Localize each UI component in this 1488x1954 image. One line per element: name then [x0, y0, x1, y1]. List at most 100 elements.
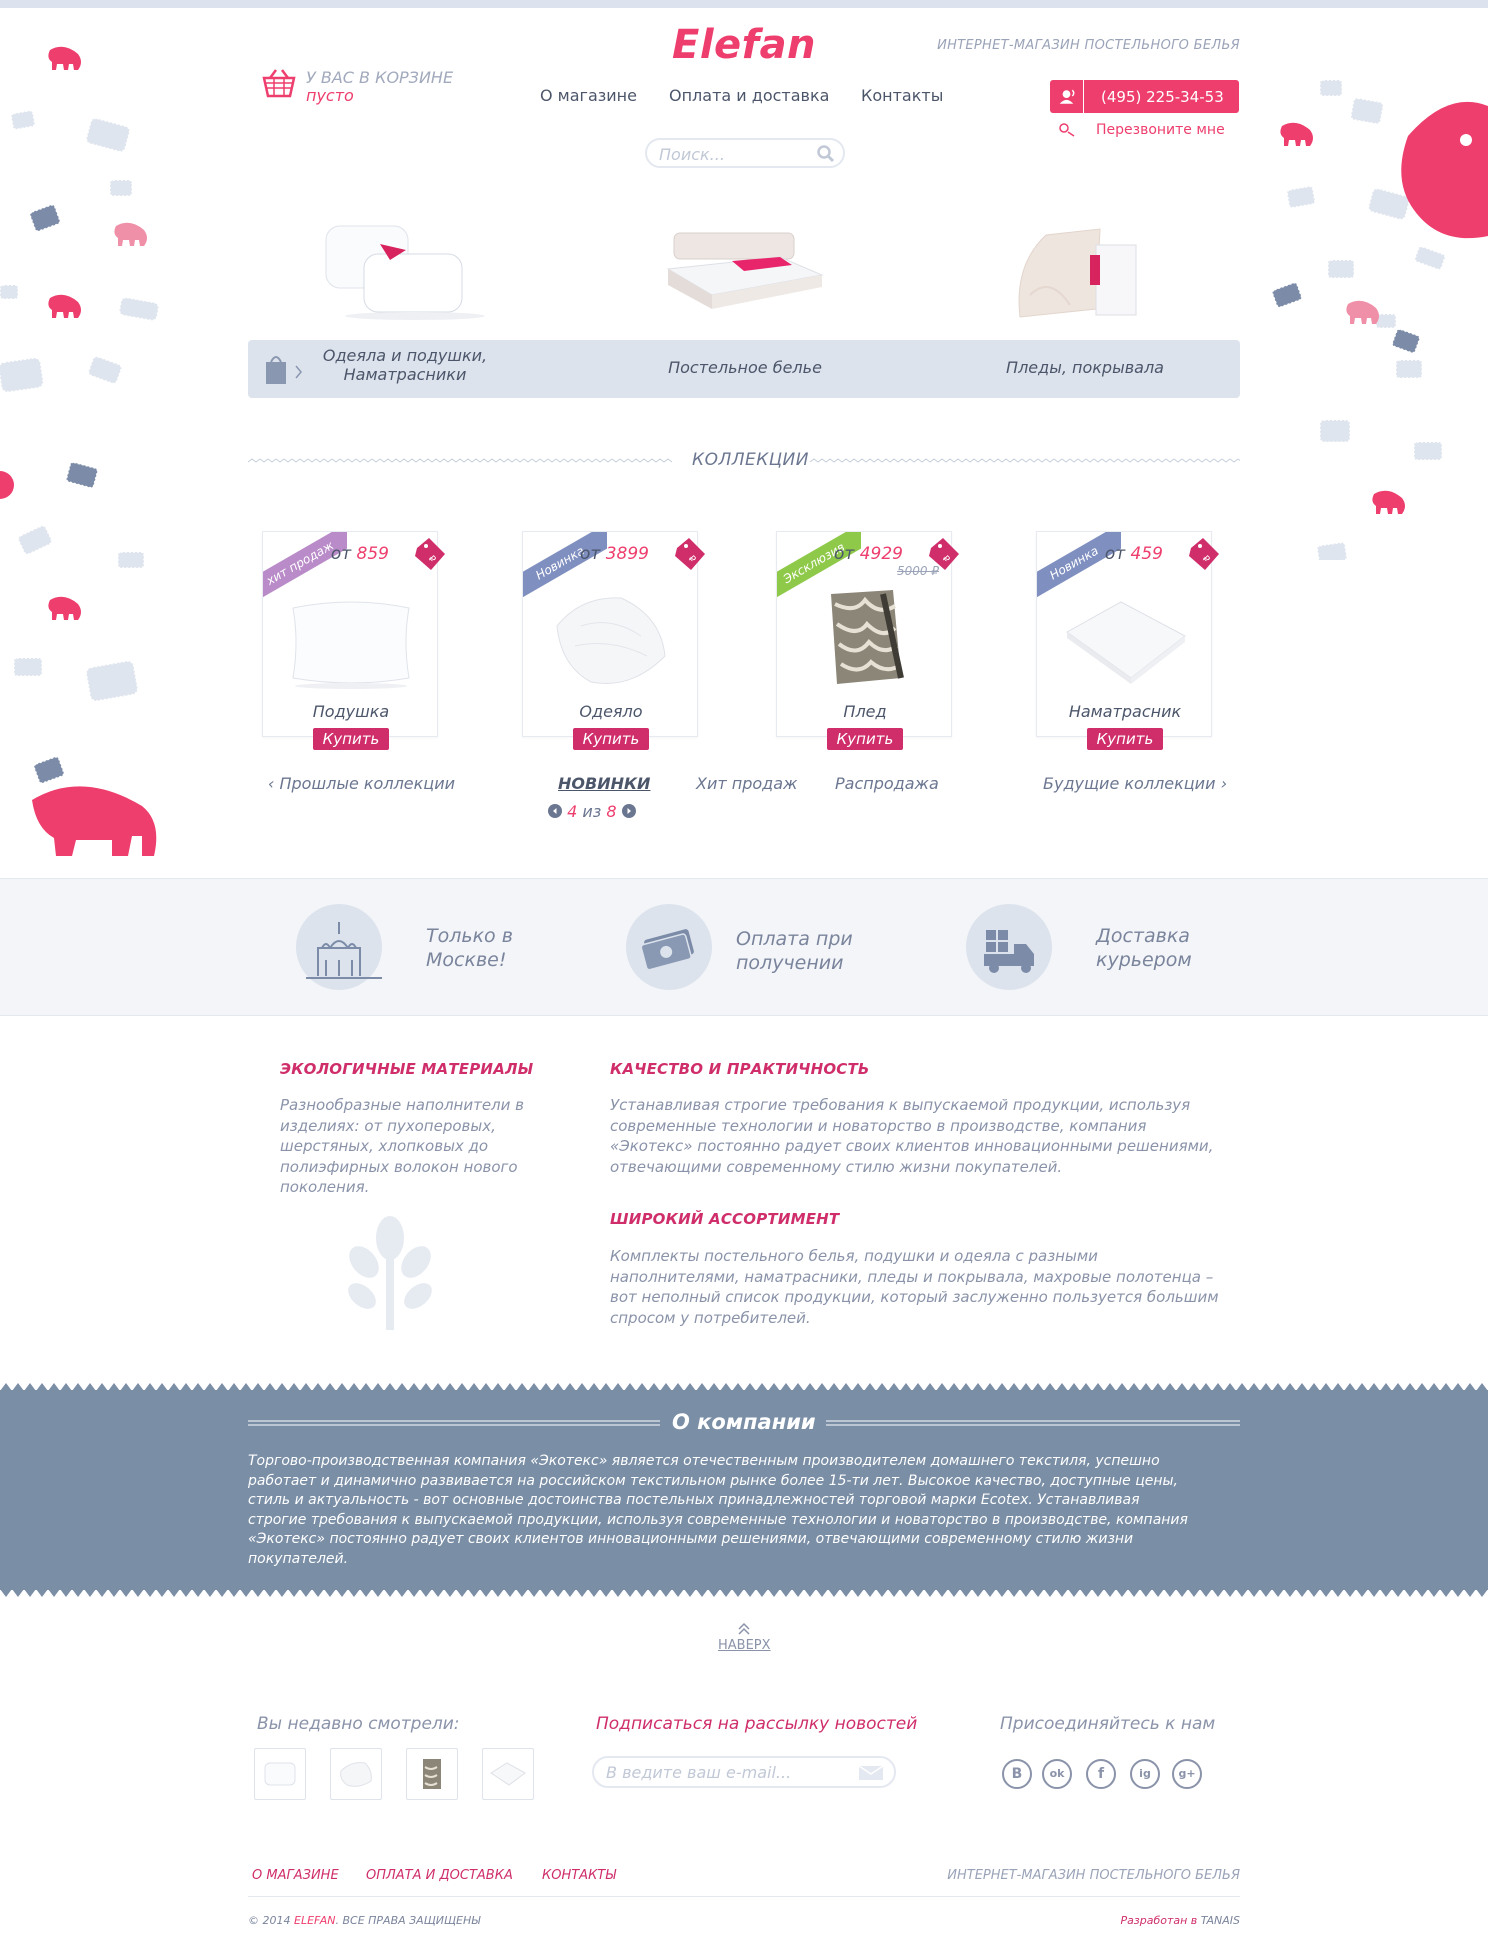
- site-tagline: ИНТЕРНЕТ-МАГАЗИН ПОСТЕЛЬНОГО БЕЛЬЯ: [937, 38, 1240, 53]
- pager-next-icon[interactable]: [621, 804, 636, 818]
- google-plus-icon[interactable]: g+: [1172, 1759, 1202, 1789]
- throw-image: [831, 590, 904, 684]
- pager-current: 4: [567, 802, 578, 821]
- next-collections-link[interactable]: Будущие коллекции ›: [1043, 774, 1227, 793]
- quality-text-line: «Экотекс» постоянно радует своих клиенто…: [610, 1137, 1214, 1155]
- duvet-image: [556, 597, 666, 685]
- logo[interactable]: Elefan: [672, 22, 816, 68]
- callback-icon: [1059, 123, 1075, 137]
- buy-button[interactable]: Купить: [1087, 728, 1163, 750]
- feature-moscow-line1: Только в: [426, 925, 513, 947]
- footer-link-about[interactable]: О МАГАЗИНЕ: [252, 1868, 339, 1883]
- phone-box[interactable]: (495) 225-34-53: [1050, 80, 1239, 113]
- bed-image[interactable]: [662, 225, 832, 320]
- cart-status: пусто: [306, 86, 354, 105]
- prev-collections-link[interactable]: ‹ Прошлые коллекции: [268, 774, 455, 793]
- quality-text-line: отвечающими современному стилю жизни пок…: [610, 1157, 1063, 1176]
- about-text-line: стиль и актуальность - вот основные дост…: [248, 1492, 1140, 1508]
- basket-icon[interactable]: [262, 68, 296, 98]
- bag-icon: [266, 356, 302, 384]
- ruble-tag-icon: ₽: [1189, 538, 1219, 570]
- product-name[interactable]: Наматрасник: [1037, 702, 1213, 721]
- product-card[interactable]: Новинка от 3899 ₽ Одеяло Купить: [522, 531, 705, 750]
- category-blankets-line2: Наматрасники: [343, 365, 467, 384]
- collections-title: КОЛЛЕКЦИИ: [692, 450, 809, 470]
- developer-pre: Разработан в: [1120, 1914, 1198, 1927]
- next-collections-label: Будущие коллекции: [1043, 774, 1216, 793]
- subscribe-title: Подписаться на рассылку новостей: [596, 1714, 918, 1734]
- pager: 4 из 8: [548, 802, 636, 821]
- vk-icon[interactable]: B: [1002, 1759, 1032, 1789]
- next-arrow-icon: ›: [1215, 774, 1227, 793]
- pillows-image[interactable]: [320, 220, 490, 320]
- product-price: от 4929: [834, 544, 903, 564]
- nav-about[interactable]: О магазине: [540, 86, 637, 105]
- recent-thumb[interactable]: [482, 1748, 534, 1800]
- footer-link-payment[interactable]: ОПЛАТА И ДОСТАВКА: [366, 1868, 513, 1883]
- price-value: 3899: [605, 544, 649, 564]
- product-name[interactable]: Плед: [777, 702, 953, 721]
- product-card[interactable]: Новинка от 459 ₽ Наматрасник Купить: [1036, 531, 1219, 750]
- product-card[interactable]: Эксклюзив от 4929 5000 ₽ ₽ Плед Купить: [776, 531, 959, 750]
- pager-prev-icon[interactable]: [548, 804, 562, 818]
- throw-thumb-image: [423, 1759, 441, 1789]
- range-text-line: спросом у потребителей.: [610, 1308, 811, 1327]
- about-zigzag-top: [0, 1382, 1488, 1391]
- join-title: Присоединяйтесь к нам: [1000, 1714, 1216, 1734]
- recent-thumb[interactable]: [330, 1748, 382, 1800]
- about-text-line: работает и динамично развивается на росс…: [248, 1472, 1178, 1489]
- nav-contacts[interactable]: Контакты: [861, 86, 943, 105]
- search-input[interactable]: Поиск...: [645, 138, 845, 168]
- buy-button[interactable]: Купить: [313, 728, 389, 750]
- about-text-line: покупателей.: [248, 1550, 349, 1567]
- feature-moscow: Только в Москве!: [426, 924, 513, 972]
- recent-thumb[interactable]: [254, 1748, 306, 1800]
- callback-link[interactable]: Перезвоните мне: [1096, 122, 1225, 138]
- about-text: Торгово-производственная компания «Экоте…: [248, 1452, 1238, 1569]
- phone-icon: [1059, 80, 1084, 113]
- product-name[interactable]: Одеяло: [523, 702, 699, 721]
- range-text-line: наполнителями, наматрасники, пледы и пок…: [610, 1267, 1214, 1286]
- buy-button[interactable]: Купить: [827, 728, 903, 750]
- email-placeholder: В ведите ваш e-mail...: [606, 1763, 792, 1782]
- email-field[interactable]: В ведите ваш e-mail...: [592, 1756, 896, 1788]
- about-line-left: [248, 1420, 660, 1426]
- category-throws[interactable]: Пледы, покрывала: [970, 358, 1200, 377]
- tab-bestsellers[interactable]: Хит продаж: [696, 774, 797, 793]
- category-bedding[interactable]: Постельное белье: [630, 358, 860, 377]
- back-to-top-link[interactable]: НАВЕРХ: [718, 1638, 771, 1653]
- copyright: © 2014 ELEFAN. ВСЕ ПРАВА ЗАЩИЩЕНЫ: [248, 1914, 480, 1927]
- tab-sale[interactable]: Распродажа: [835, 774, 939, 793]
- copyright-post: . ВСЕ ПРАВА ЗАЩИЩЕНЫ: [335, 1914, 481, 1927]
- blanket-image[interactable]: [1010, 225, 1150, 325]
- eco-text: Разнообразные наполнители в изделиях: от…: [280, 1095, 524, 1198]
- feature-payment-line1: Оплата при: [736, 928, 853, 950]
- developer-name[interactable]: TANAIS: [1201, 1914, 1240, 1927]
- facebook-icon[interactable]: f: [1086, 1759, 1116, 1789]
- buy-button[interactable]: Купить: [573, 728, 649, 750]
- search-icon[interactable]: [817, 145, 835, 163]
- product-card[interactable]: хит продаж от 859 ₽ Подушка Купить: [262, 531, 445, 750]
- range-text: Комплекты постельного белья, подушки и о…: [610, 1246, 1219, 1328]
- footer-link-contacts[interactable]: КОНТАКТЫ: [542, 1868, 616, 1883]
- about-line-right: [826, 1420, 1240, 1426]
- instagram-icon[interactable]: ig: [1130, 1759, 1160, 1789]
- tab-new[interactable]: НОВИНКИ: [558, 774, 650, 793]
- category-blankets-line1: Одеяла и подушки,: [322, 346, 488, 365]
- envelope-icon[interactable]: [858, 1765, 884, 1781]
- duvet-thumb-image: [340, 1762, 372, 1787]
- product-name[interactable]: Подушка: [263, 702, 439, 721]
- chevron-up-icon[interactable]: [737, 1622, 751, 1636]
- category-blankets[interactable]: Одеяла и подушки, Наматрасники: [310, 346, 500, 384]
- copyright-brand[interactable]: ELEFAN: [294, 1914, 335, 1927]
- footer-divider: [248, 1896, 1240, 1897]
- range-title: ШИРОКИЙ АССОРТИМЕНТ: [610, 1210, 840, 1228]
- odnoklassniki-icon[interactable]: ok: [1042, 1759, 1072, 1789]
- recent-thumb[interactable]: [406, 1748, 458, 1800]
- cash-icon: [640, 929, 694, 971]
- nav-payment[interactable]: Оплата и доставка: [669, 86, 829, 105]
- phone-number: (495) 225-34-53: [1101, 88, 1224, 106]
- product-price: от 859: [331, 544, 389, 564]
- cart-title[interactable]: У ВАС В КОРЗИНЕ: [306, 68, 453, 87]
- range-text-line: Комплекты постельного белья, подушки и о…: [610, 1247, 1098, 1265]
